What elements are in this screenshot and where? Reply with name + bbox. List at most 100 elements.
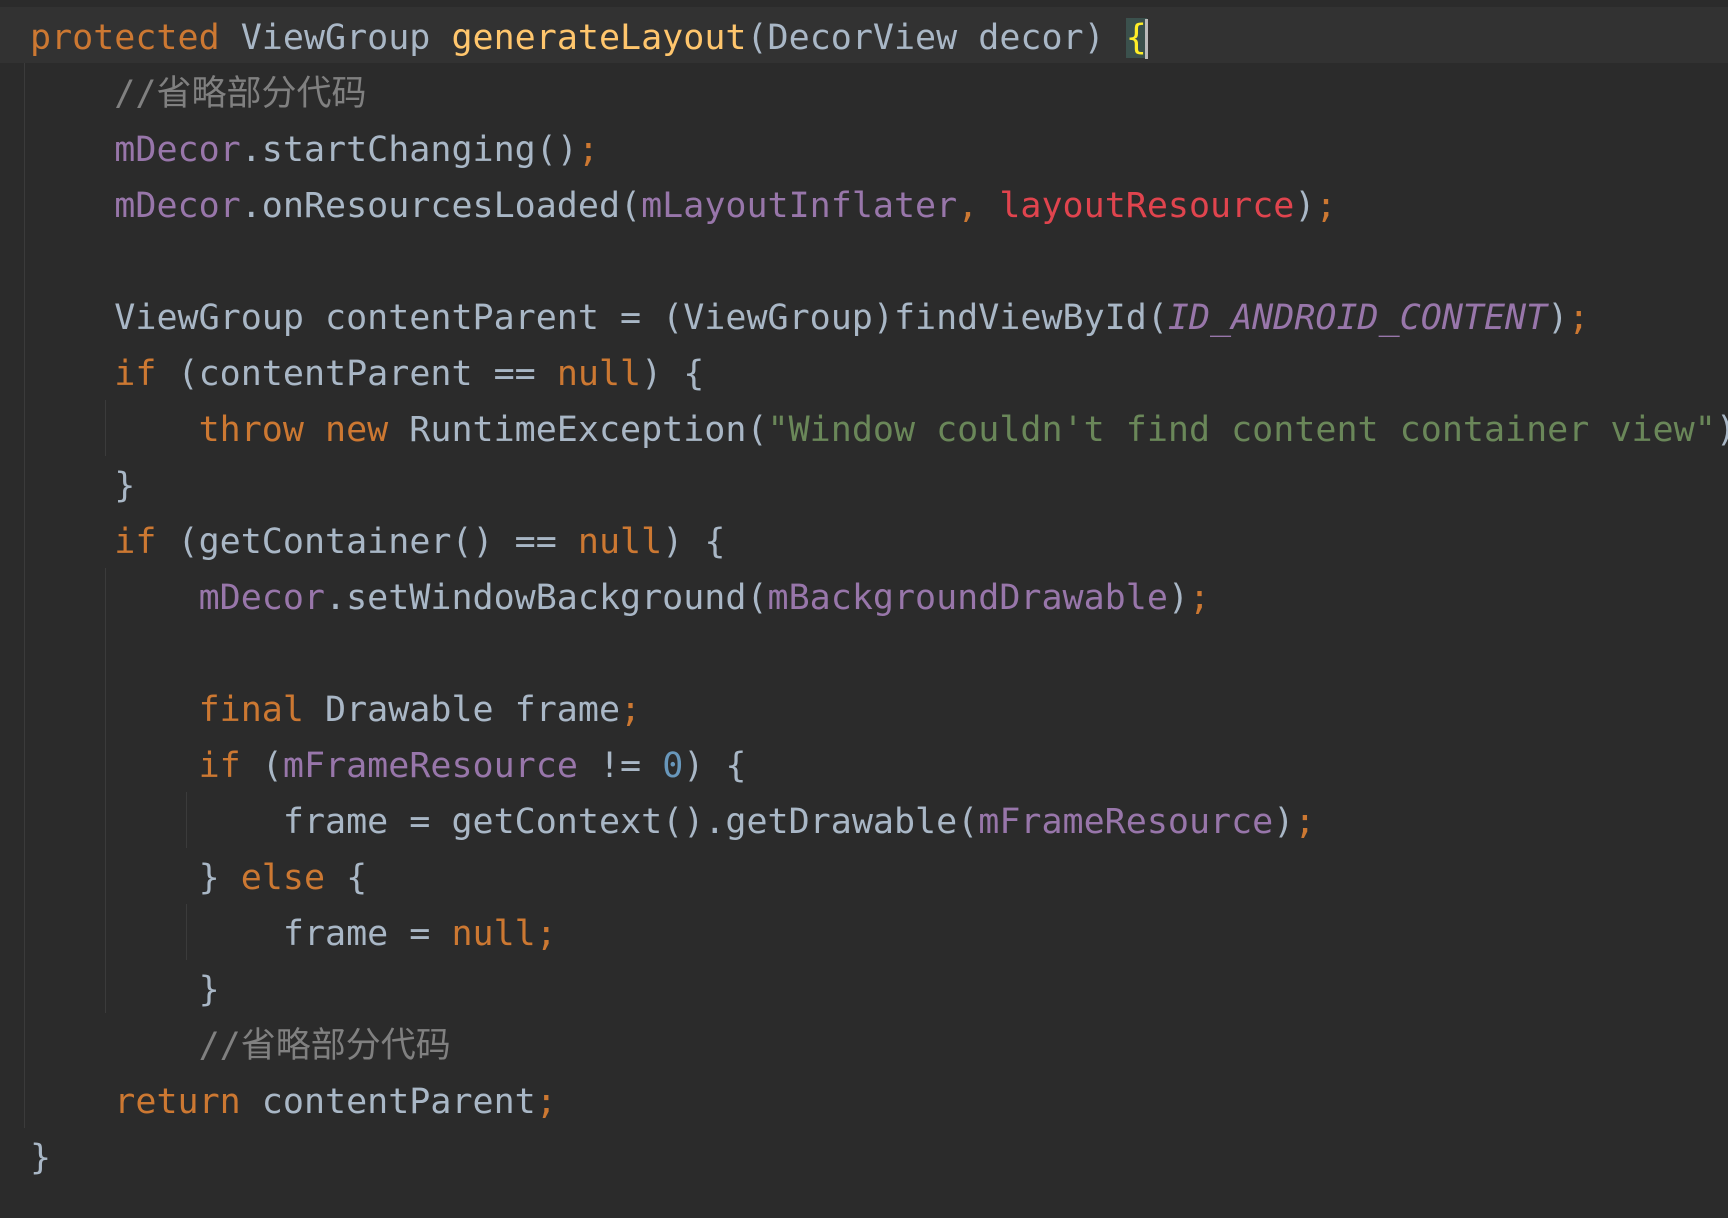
- code-token: ;: [1568, 298, 1590, 338]
- code-token: !=: [577, 746, 663, 786]
- code-token: ) {: [683, 746, 747, 786]
- code-token: mDecor: [114, 186, 241, 226]
- code-token: null: [577, 522, 663, 562]
- code-token: "Window couldn't find content container …: [767, 410, 1716, 450]
- code-token: new: [325, 410, 389, 450]
- code-token: ID_ANDROID_CONTENT: [1167, 298, 1548, 338]
- code-line: mDecor.onResourcesLoaded(mLayoutInflater…: [30, 178, 1728, 234]
- code-token: {: [325, 858, 368, 898]
- code-token: null: [556, 354, 642, 394]
- code-token: //省略部分代码: [198, 1026, 451, 1066]
- code-area[interactable]: protected ViewGroup generateLayout(Decor…: [30, 10, 1728, 1186]
- code-line: frame = getContext().getDrawable(mFrameR…: [30, 794, 1728, 850]
- code-token: if: [114, 354, 157, 394]
- code-line: }: [30, 962, 1728, 1018]
- code-token: }: [198, 858, 241, 898]
- code-token: ): [1547, 298, 1569, 338]
- code-token: ;: [577, 130, 599, 170]
- code-token: ;: [535, 1082, 557, 1122]
- code-token: if: [114, 522, 157, 562]
- code-line: }: [30, 458, 1728, 514]
- code-token: ;: [535, 914, 557, 954]
- code-token: mDecor: [114, 130, 241, 170]
- indent-guide: [24, 63, 25, 1128]
- code-token: protected: [30, 18, 220, 58]
- matched-brace: {: [1125, 18, 1147, 58]
- code-line: mDecor.setWindowBackground(mBackgroundDr…: [30, 570, 1728, 626]
- code-line: ViewGroup contentParent = (ViewGroup)fin…: [30, 290, 1728, 346]
- code-line: }: [30, 1130, 1728, 1186]
- code-token: frame = getContext().getDrawable(: [282, 802, 979, 842]
- text-caret: [1144, 19, 1148, 59]
- code-token: ): [1167, 578, 1189, 618]
- code-token: ;: [620, 690, 642, 730]
- code-token: final: [198, 690, 304, 730]
- code-token: mFrameResource: [282, 746, 578, 786]
- code-line: if (contentParent == null) {: [30, 346, 1728, 402]
- code-token: mFrameResource: [978, 802, 1274, 842]
- code-token: (: [240, 746, 283, 786]
- code-line: return contentParent;: [30, 1074, 1728, 1130]
- code-token: layoutResource: [999, 186, 1295, 226]
- code-token: ;: [1294, 802, 1316, 842]
- code-token: generateLayout: [451, 18, 747, 58]
- code-token: mBackgroundDrawable: [767, 578, 1168, 618]
- code-token: }: [198, 970, 220, 1010]
- code-line: //省略部分代码: [30, 66, 1728, 122]
- code-token: mLayoutInflater: [641, 186, 958, 226]
- code-token: RuntimeException(: [388, 410, 768, 450]
- code-token: Drawable frame: [303, 690, 621, 730]
- code-token: ;: [1315, 186, 1337, 226]
- code-token: .setWindowBackground(: [325, 578, 768, 618]
- code-line: if (getContainer() == null) {: [30, 514, 1728, 570]
- code-line: protected ViewGroup generateLayout(Decor…: [30, 10, 1728, 66]
- code-token: mDecor: [198, 578, 326, 618]
- code-token: ) {: [641, 354, 705, 394]
- code-token: if: [198, 746, 241, 786]
- code-token: .onResourcesLoaded(: [240, 186, 642, 226]
- code-line: if (mFrameResource != 0) {: [30, 738, 1728, 794]
- code-token: }: [114, 466, 136, 506]
- code-token: ViewGroup contentParent = (ViewGroup)fin…: [114, 298, 1168, 338]
- code-token: ): [1294, 186, 1316, 226]
- code-line: frame = null;: [30, 906, 1728, 962]
- code-token: (getContainer() ==: [156, 522, 578, 562]
- code-token: }: [30, 1138, 52, 1178]
- code-token: (DecorView decor): [746, 18, 1126, 58]
- code-token: null: [451, 914, 536, 954]
- code-line: mDecor.startChanging();: [30, 122, 1728, 178]
- code-token: ) {: [662, 522, 726, 562]
- code-editor[interactable]: protected ViewGroup generateLayout(Decor…: [0, 0, 1728, 1218]
- code-token: return: [114, 1082, 241, 1122]
- code-token: .startChanging(): [240, 130, 578, 170]
- code-line: } else {: [30, 850, 1728, 906]
- code-token: //省略部分代码: [114, 74, 367, 114]
- code-token: ): [1716, 410, 1728, 450]
- code-line: //省略部分代码: [30, 1018, 1728, 1074]
- code-token: contentParent: [240, 1082, 536, 1122]
- code-line: final Drawable frame;: [30, 682, 1728, 738]
- code-token: else: [240, 858, 326, 898]
- code-line: throw new RuntimeException("Window could…: [30, 402, 1728, 458]
- code-token: ,: [957, 186, 1000, 226]
